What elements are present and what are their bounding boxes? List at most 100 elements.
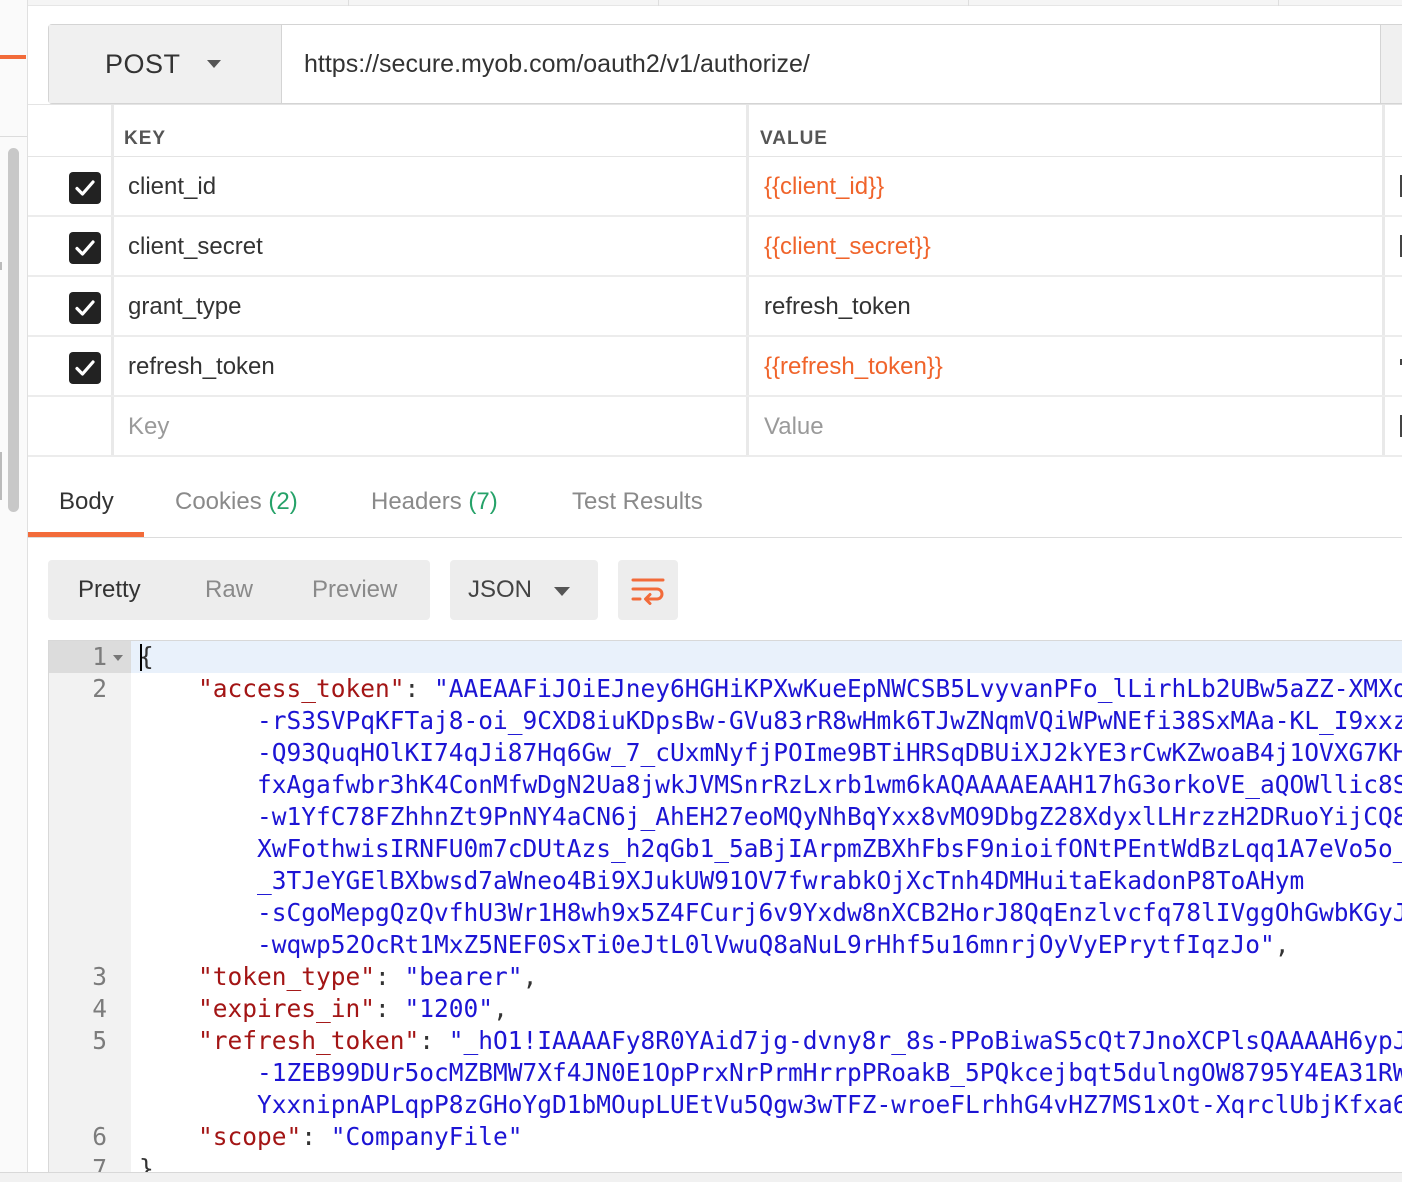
tab-cookies-count: (2) <box>268 488 298 515</box>
json-punctuation <box>139 994 198 1023</box>
tab-headers-count: (7) <box>468 488 498 515</box>
code-text: _3TJeYGElBXbwsd7aWneo4Bi9XJukUW91OV7fwra… <box>139 865 1304 897</box>
text-cursor <box>140 644 142 671</box>
line-number: 4 <box>92 994 107 1023</box>
code-text: fxAgafwbr3hK4ConMfwDgN2Ua8jwkJVMSnrRzLxr… <box>139 769 1402 801</box>
param-key[interactable]: grant_type <box>128 277 241 337</box>
status-bar <box>0 1172 1402 1182</box>
method-dropdown[interactable]: POST <box>49 25 282 103</box>
tab-cookies-label: Cookies <box>175 488 262 515</box>
preview-button[interactable]: Preview <box>312 560 397 620</box>
response-body-editor[interactable]: 1{2 "access_token": "AAEAAFiJOiEJney6HGH… <box>48 640 1402 1172</box>
wrap-lines-button[interactable] <box>618 560 678 620</box>
active-tab-underline <box>28 532 144 537</box>
json-string: "AAEAAFiJOiEJney6HGHiKPXwKueEpNWCSB5Lvyv… <box>434 674 1402 703</box>
line-number: 5 <box>92 1026 107 1055</box>
wrap-lines-icon <box>631 578 665 605</box>
json-key: "scope" <box>198 1122 302 1151</box>
tab-headers[interactable]: Headers (7) <box>371 488 498 516</box>
param-checkbox[interactable] <box>69 352 101 384</box>
sidebar-active-accent <box>0 55 26 59</box>
tab-cookies[interactable]: Cookies (2) <box>175 488 298 516</box>
chevron-down-icon <box>206 60 221 68</box>
param-key[interactable]: client_id <box>128 157 216 217</box>
code-text: "expires_in": "1200", <box>139 993 508 1025</box>
url-text: https://secure.myob.com/oauth2/v1/author… <box>304 49 810 78</box>
json-punctuation <box>139 962 198 991</box>
line-number: 6 <box>92 1122 107 1151</box>
json-string: -Q93QuqHOlKI74qJi87Hq6Gw_7_cUxmNyfjPOIme… <box>139 738 1402 767</box>
pretty-button[interactable]: Pretty <box>78 560 141 620</box>
json-string: "bearer" <box>404 962 523 991</box>
code-text: -Q93QuqHOlKI74qJi87Hq6Gw_7_cUxmNyfjPOIme… <box>139 737 1402 769</box>
code-text: "scope": "CompanyFile" <box>139 1121 523 1153</box>
json-key: "access_token" <box>198 674 405 703</box>
format-dropdown[interactable]: JSON <box>450 560 598 620</box>
param-checkbox[interactable] <box>69 292 101 324</box>
sidebar-divider <box>0 136 27 137</box>
checkmark-icon <box>75 180 95 196</box>
tab-separator <box>658 0 659 6</box>
param-checkbox[interactable] <box>69 232 101 264</box>
line-number: 7 <box>92 1154 107 1172</box>
json-key: "token_type" <box>198 962 376 991</box>
json-punctuation: } <box>139 1154 154 1172</box>
params-header-key: KEY <box>124 128 167 149</box>
sidebar-marker <box>0 262 2 270</box>
json-string: -wqwp52OcRt1MxZ5NEF0SxTi0eJtL0lVwuQ8aNuL… <box>139 930 1275 959</box>
method-label: POST <box>105 48 181 79</box>
tab-body[interactable]: Body <box>59 488 114 516</box>
param-value[interactable]: {{refresh_token}} <box>764 337 943 397</box>
raw-button[interactable]: Raw <box>205 560 253 620</box>
json-string: "_hO1!IAAAAFy8R0YAid7jg-dvny8r_8s-PPoBiw… <box>448 1026 1402 1055</box>
json-string: XwFothwisIRNFU0m7cDUtAzs_h2qGb1_5aBjIArp… <box>139 834 1402 863</box>
new-value-input[interactable]: Value <box>764 397 824 457</box>
json-punctuation <box>139 1026 198 1055</box>
param-key[interactable]: client_secret <box>128 217 263 277</box>
line-number: 1 <box>92 642 107 671</box>
send-button-edge[interactable] <box>1380 25 1402 103</box>
tab-test-results[interactable]: Test Results <box>572 488 703 516</box>
sidebar-scrollbar[interactable] <box>8 148 19 512</box>
new-key-input[interactable]: Key <box>128 397 169 457</box>
param-value[interactable]: {{client_secret}} <box>764 217 931 277</box>
json-string: -1ZEB99DUr5ocMZBMW7Xf4JN0E1OpPrxNrPrmHrr… <box>139 1058 1402 1087</box>
checkmark-icon <box>75 360 95 376</box>
json-punctuation: , <box>493 994 508 1023</box>
line-number: 3 <box>92 962 107 991</box>
request-tab-strip <box>28 0 1402 6</box>
json-string: _3TJeYGElBXbwsd7aWneo4Bi9XJukUW91OV7fwra… <box>139 866 1305 895</box>
param-value[interactable]: refresh_token <box>764 277 911 337</box>
json-string: -rS3SVPqKFTaj8-oi_9CXD8iuKDpsBw-GVu83rR8… <box>139 706 1402 735</box>
line-number: 2 <box>92 674 107 703</box>
chevron-down-icon <box>554 587 570 596</box>
sidebar-marker <box>0 452 2 500</box>
checkmark-icon <box>75 300 95 316</box>
json-string: fxAgafwbr3hK4ConMfwDgN2Ua8jwkJVMSnrRzLxr… <box>139 770 1402 799</box>
json-punctuation: , <box>1274 930 1290 959</box>
checkmark-icon <box>75 240 95 256</box>
json-string: -sCgoMepgQzQvfhU3Wr1H8wh9x5Z4FCurj6v9Yxd… <box>139 898 1402 927</box>
param-row: grant_type refresh_token <box>28 277 1402 337</box>
param-value[interactable]: {{client_id}} <box>764 157 884 217</box>
param-checkbox[interactable] <box>69 172 101 204</box>
url-input[interactable]: https://secure.myob.com/oauth2/v1/author… <box>282 25 1402 103</box>
code-text: -1ZEB99DUr5ocMZBMW7Xf4JN0E1OpPrxNrPrmHrr… <box>139 1057 1402 1089</box>
code-text: YxxnipnAPLqpP8zGHoYgD1bMOupLUEtVu5Qgw3wT… <box>139 1089 1402 1121</box>
code-text: "access_token": "AAEAAFiJOiEJney6HGHiKPX… <box>139 673 1402 705</box>
param-key[interactable]: refresh_token <box>128 337 275 397</box>
request-bar: POST https://secure.myob.com/oauth2/v1/a… <box>48 24 1402 104</box>
line-number-gutter <box>49 641 131 1172</box>
json-punctuation <box>139 674 198 703</box>
json-punctuation: : <box>419 1026 449 1055</box>
tab-separator <box>968 0 969 6</box>
json-string: "CompanyFile" <box>330 1122 523 1151</box>
view-mode-toggle: Pretty Raw Preview <box>48 560 430 620</box>
code-text: "token_type": "bearer", <box>139 961 537 993</box>
code-text: -w1YfC78FZhhnZt9PnNY4aCN6j_AhEH27eoMQyNh… <box>139 801 1402 833</box>
param-row-new: Key Value <box>28 397 1402 457</box>
param-row: client_secret {{client_secret}} <box>28 217 1402 277</box>
tab-separator <box>1278 0 1279 6</box>
fold-caret-icon[interactable] <box>113 655 123 661</box>
json-punctuation: : <box>404 674 435 703</box>
